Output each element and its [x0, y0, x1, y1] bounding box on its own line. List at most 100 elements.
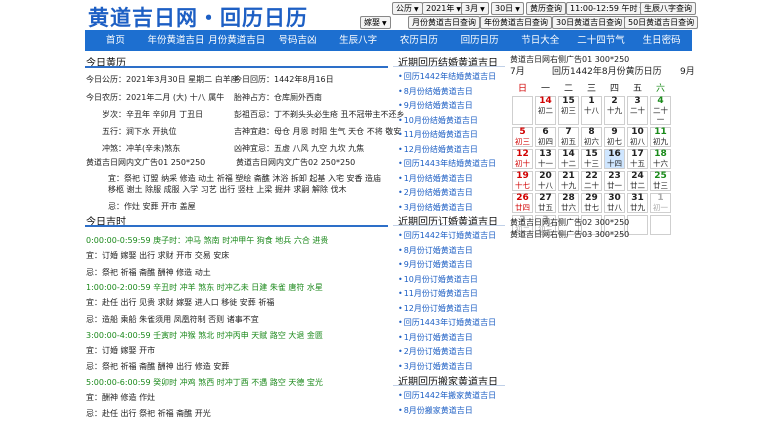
calendar-day[interactable]: 3 二十 [627, 96, 648, 125]
calendar-next-month[interactable]: 9月 [680, 67, 695, 77]
calendar-day[interactable]: 1 十八 [581, 96, 602, 125]
calendar-day[interactable]: 25 廿三 [650, 171, 671, 191]
ad-slot[interactable]: 黄道吉日网内文广告01 250*250 [86, 158, 205, 168]
list-item[interactable]: •回历1442年搬家黄道吉日 [398, 390, 496, 401]
calendar-title: 回历1442年8月份黄历日历 [552, 67, 662, 77]
list-item[interactable]: •8月份结婚黄道吉日 [398, 86, 473, 97]
nav-number[interactable]: 号码吉凶 [267, 30, 328, 51]
jishi-time: 3:00:00-4:00:59 壬寅时 冲猴 煞北 时冲丙申 天赋 路空 大退 … [86, 331, 323, 340]
list-item[interactable]: •回历1442年订婚黄道吉日 [398, 230, 496, 241]
list-item[interactable]: •回历1443年结婚黄道吉日 [398, 158, 496, 169]
calendar-day[interactable]: 9 初七 [604, 127, 625, 147]
calendar-day[interactable]: 31 廿九 [627, 193, 648, 213]
calendar-day[interactable]: 17 十五 [627, 149, 648, 169]
list-item[interactable]: •9月份结婚黄道吉日 [398, 100, 473, 111]
calendar-day[interactable]: 18 十六 [650, 149, 671, 169]
huangli-row: 冲煞：冲羊(辛未)煞东 [102, 144, 181, 153]
list-item[interactable]: •12月份订婚黄道吉日 [398, 303, 478, 314]
calendar-prev-month[interactable]: 7月 [510, 67, 525, 77]
calendar-day[interactable]: 4 二十一 [650, 96, 671, 125]
nav-month-lucky[interactable]: 月份黄道吉日 [206, 30, 267, 51]
main-nav: 首页 年份黄道吉日 月份黄道吉日 号码吉凶 生辰八字 农历日历 回历日历 节日大… [85, 30, 692, 51]
list-item[interactable]: •2月份订婚黄道吉日 [398, 346, 473, 357]
calendar-day[interactable]: 8 初六 [581, 127, 602, 147]
list-item[interactable]: •8月份订婚黄道吉日 [398, 245, 473, 256]
days50-query-button[interactable]: 50日黄道吉日查询 [624, 16, 699, 29]
list-item[interactable]: •8月份搬家黄道吉日 [398, 405, 473, 416]
list-item[interactable]: •2月份结婚黄道吉日 [398, 187, 473, 198]
year-select[interactable]: 2021年 ▼ [422, 2, 465, 15]
calendar-day[interactable]: 11 初九 [650, 127, 671, 147]
ad-slot[interactable]: 黄道吉日网右侧广告03 300*250 [510, 230, 629, 240]
huangli-query-button[interactable]: 黄历查询 [526, 2, 566, 15]
event-select[interactable]: 嫁娶 ▼ [360, 16, 391, 29]
calendar-day[interactable]: 28 廿六 [558, 193, 579, 213]
calendar-day[interactable]: 1 初一 [650, 193, 671, 213]
calendar-day[interactable]: 15 十三 [581, 149, 602, 169]
nav-birthday[interactable]: 生日密码 [631, 30, 692, 51]
site-logo[interactable]: 黄道吉日网・回历日历 [88, 2, 308, 32]
nav-solar-terms[interactable]: 二十四节气 [571, 30, 632, 51]
nav-islamic[interactable]: 回历日历 [449, 30, 510, 51]
list-item[interactable]: •11月份结婚黄道吉日 [398, 129, 478, 140]
huangli-row: 五行：涧下水 开执位 [102, 127, 177, 136]
yi-list: 宜：祭祀 订盟 纳采 修造 动土 祈福 塑绘 斋醮 沐浴 拆卸 起基 入宅 安香… [108, 174, 382, 194]
jishi-yi: 宜：酬神 修造 作灶 [86, 393, 156, 402]
calendar-day [650, 215, 671, 235]
calendar-day[interactable]: 14 十二 [558, 149, 579, 169]
nav-festival[interactable]: 节日大全 [510, 30, 571, 51]
calendar-day[interactable]: 22 二十 [581, 171, 602, 191]
calendar-day[interactable]: 7 初五 [558, 127, 579, 147]
month-query-button[interactable]: 月份黄道吉日查询 [408, 16, 480, 29]
time-select[interactable]: 11:00-12:59 午时▼ [566, 2, 649, 15]
divider [85, 66, 388, 68]
list-item[interactable]: •3月份订婚黄道吉日 [398, 361, 473, 372]
list-item[interactable]: •10月份订婚黄道吉日 [398, 274, 478, 285]
calendar-day[interactable]: 15 初三 [558, 96, 579, 125]
calendar-day[interactable]: 13 十一 [535, 149, 556, 169]
calendar-day[interactable]: 30 廿八 [604, 193, 625, 213]
ad-slot[interactable]: 黄道吉日网右侧广告01 300*250 [510, 55, 629, 65]
calendar-day[interactable]: 24 廿二 [627, 171, 648, 191]
calendar-day[interactable]: 14 初二 [535, 96, 556, 125]
month-select[interactable]: 3月 ▼ [461, 2, 489, 15]
jishi-time: 1:00:00-2:00:59 辛丑时 冲羊 煞东 时冲乙未 日建 朱雀 唐符 … [86, 283, 323, 292]
calendar-day[interactable]: 29 廿七 [581, 193, 602, 213]
list-item[interactable]: •回历1442年结婚黄道吉日 [398, 71, 496, 82]
list-item[interactable]: •3月份结婚黄道吉日 [398, 202, 473, 213]
islamic-calendar: 日 一 二 三 四 五 六 14 初二 15 初三 1 十八 2 十九 3 二十 4 二十一… [510, 79, 673, 237]
calendar-day[interactable]: 12 初十 [512, 149, 533, 169]
year-query-button[interactable]: 年份黄道吉日查询 [480, 16, 552, 29]
list-item[interactable]: •回历1443年订婚黄道吉日 [398, 317, 496, 328]
list-item[interactable]: •9月份订婚黄道吉日 [398, 259, 473, 270]
calendar-day[interactable]: 2 十九 [604, 96, 625, 125]
calendar-day[interactable]: 19 十七 [512, 171, 533, 191]
calendar-day[interactable]: 5 初三 [512, 127, 533, 147]
days30-query-button[interactable]: 30日黄道吉日查询 [552, 16, 627, 29]
calendar-day[interactable]: 26 廿四 [512, 193, 533, 213]
nav-year-lucky[interactable]: 年份黄道吉日 [146, 30, 207, 51]
weekday-sat: 六 [655, 84, 665, 94]
list-item[interactable]: •10月份结婚黄道吉日 [398, 115, 478, 126]
huangli-row: 胎神占方：仓库厕外西南 [234, 93, 322, 102]
ad-slot[interactable]: 黄道吉日网右侧广告02 300*250 [510, 218, 629, 228]
calendar-day[interactable]: 20 十八 [535, 171, 556, 191]
calendar-day[interactable]: 6 初四 [535, 127, 556, 147]
list-item[interactable]: •1月份结婚黄道吉日 [398, 173, 473, 184]
list-item[interactable]: •12月份结婚黄道吉日 [398, 144, 478, 155]
nav-home[interactable]: 首页 [85, 30, 146, 51]
ad-slot[interactable]: 黄道吉日网内文广告02 250*250 [236, 158, 355, 168]
calendar-day-today[interactable]: 16 十四 [604, 149, 625, 169]
bazi-query-button[interactable]: 生辰八字查询 [640, 2, 696, 15]
calendar-day[interactable]: 23 廿一 [604, 171, 625, 191]
calendar-day[interactable]: 27 廿五 [535, 193, 556, 213]
calendar-type-select[interactable]: 公历 ▼ [392, 2, 423, 15]
day-select[interactable]: 30日 ▼ [491, 2, 524, 15]
chevron-down-icon: ▼ [414, 6, 419, 13]
nav-lunar[interactable]: 农历日历 [389, 30, 450, 51]
list-item[interactable]: •11月份订婚黄道吉日 [398, 288, 478, 299]
list-item[interactable]: •1月份订婚黄道吉日 [398, 332, 473, 343]
nav-bazi[interactable]: 生辰八字 [328, 30, 389, 51]
calendar-day[interactable]: 10 初八 [627, 127, 648, 147]
calendar-day[interactable]: 21 十九 [558, 171, 579, 191]
